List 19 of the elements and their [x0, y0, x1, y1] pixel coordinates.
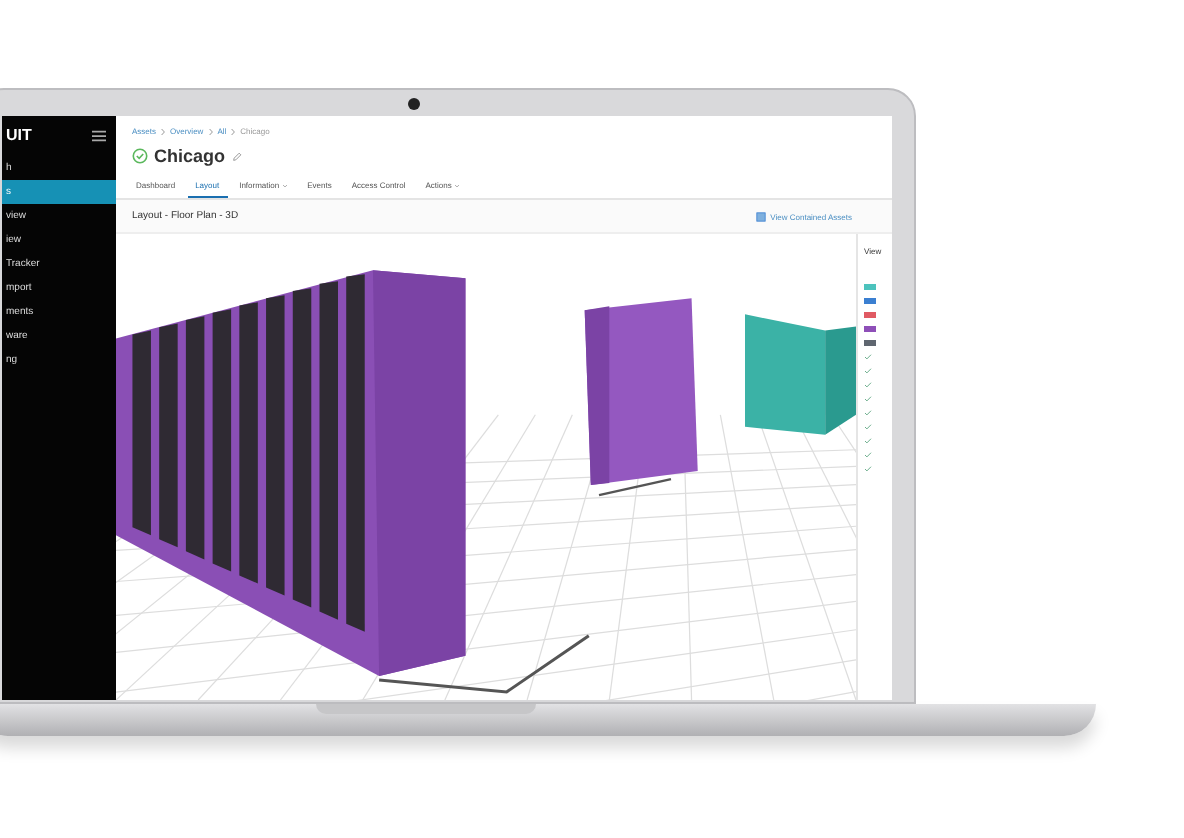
status-check-icon [132, 148, 148, 164]
edit-icon[interactable] [231, 151, 242, 161]
chevron-icon [207, 127, 214, 135]
checkmark-icon[interactable] [864, 382, 872, 388]
page-title: Chicago [154, 146, 226, 166]
chevron-icon [230, 127, 237, 135]
menu-icon[interactable] [92, 129, 106, 141]
cube-icon [756, 211, 767, 221]
checkmark-icon[interactable] [864, 452, 872, 458]
checkmark-icon[interactable] [864, 368, 872, 374]
checkmark-icon[interactable] [864, 396, 872, 402]
camera-icon [408, 98, 420, 110]
checkmark-icon[interactable] [864, 438, 872, 444]
checkmark-icon[interactable] [864, 424, 872, 430]
logo-text: UIT [6, 126, 32, 144]
chevron-icon [160, 127, 167, 135]
checkmark-icon[interactable] [864, 410, 872, 416]
checkmark-icon[interactable] [864, 354, 872, 360]
checkmark-icon[interactable] [864, 466, 872, 472]
